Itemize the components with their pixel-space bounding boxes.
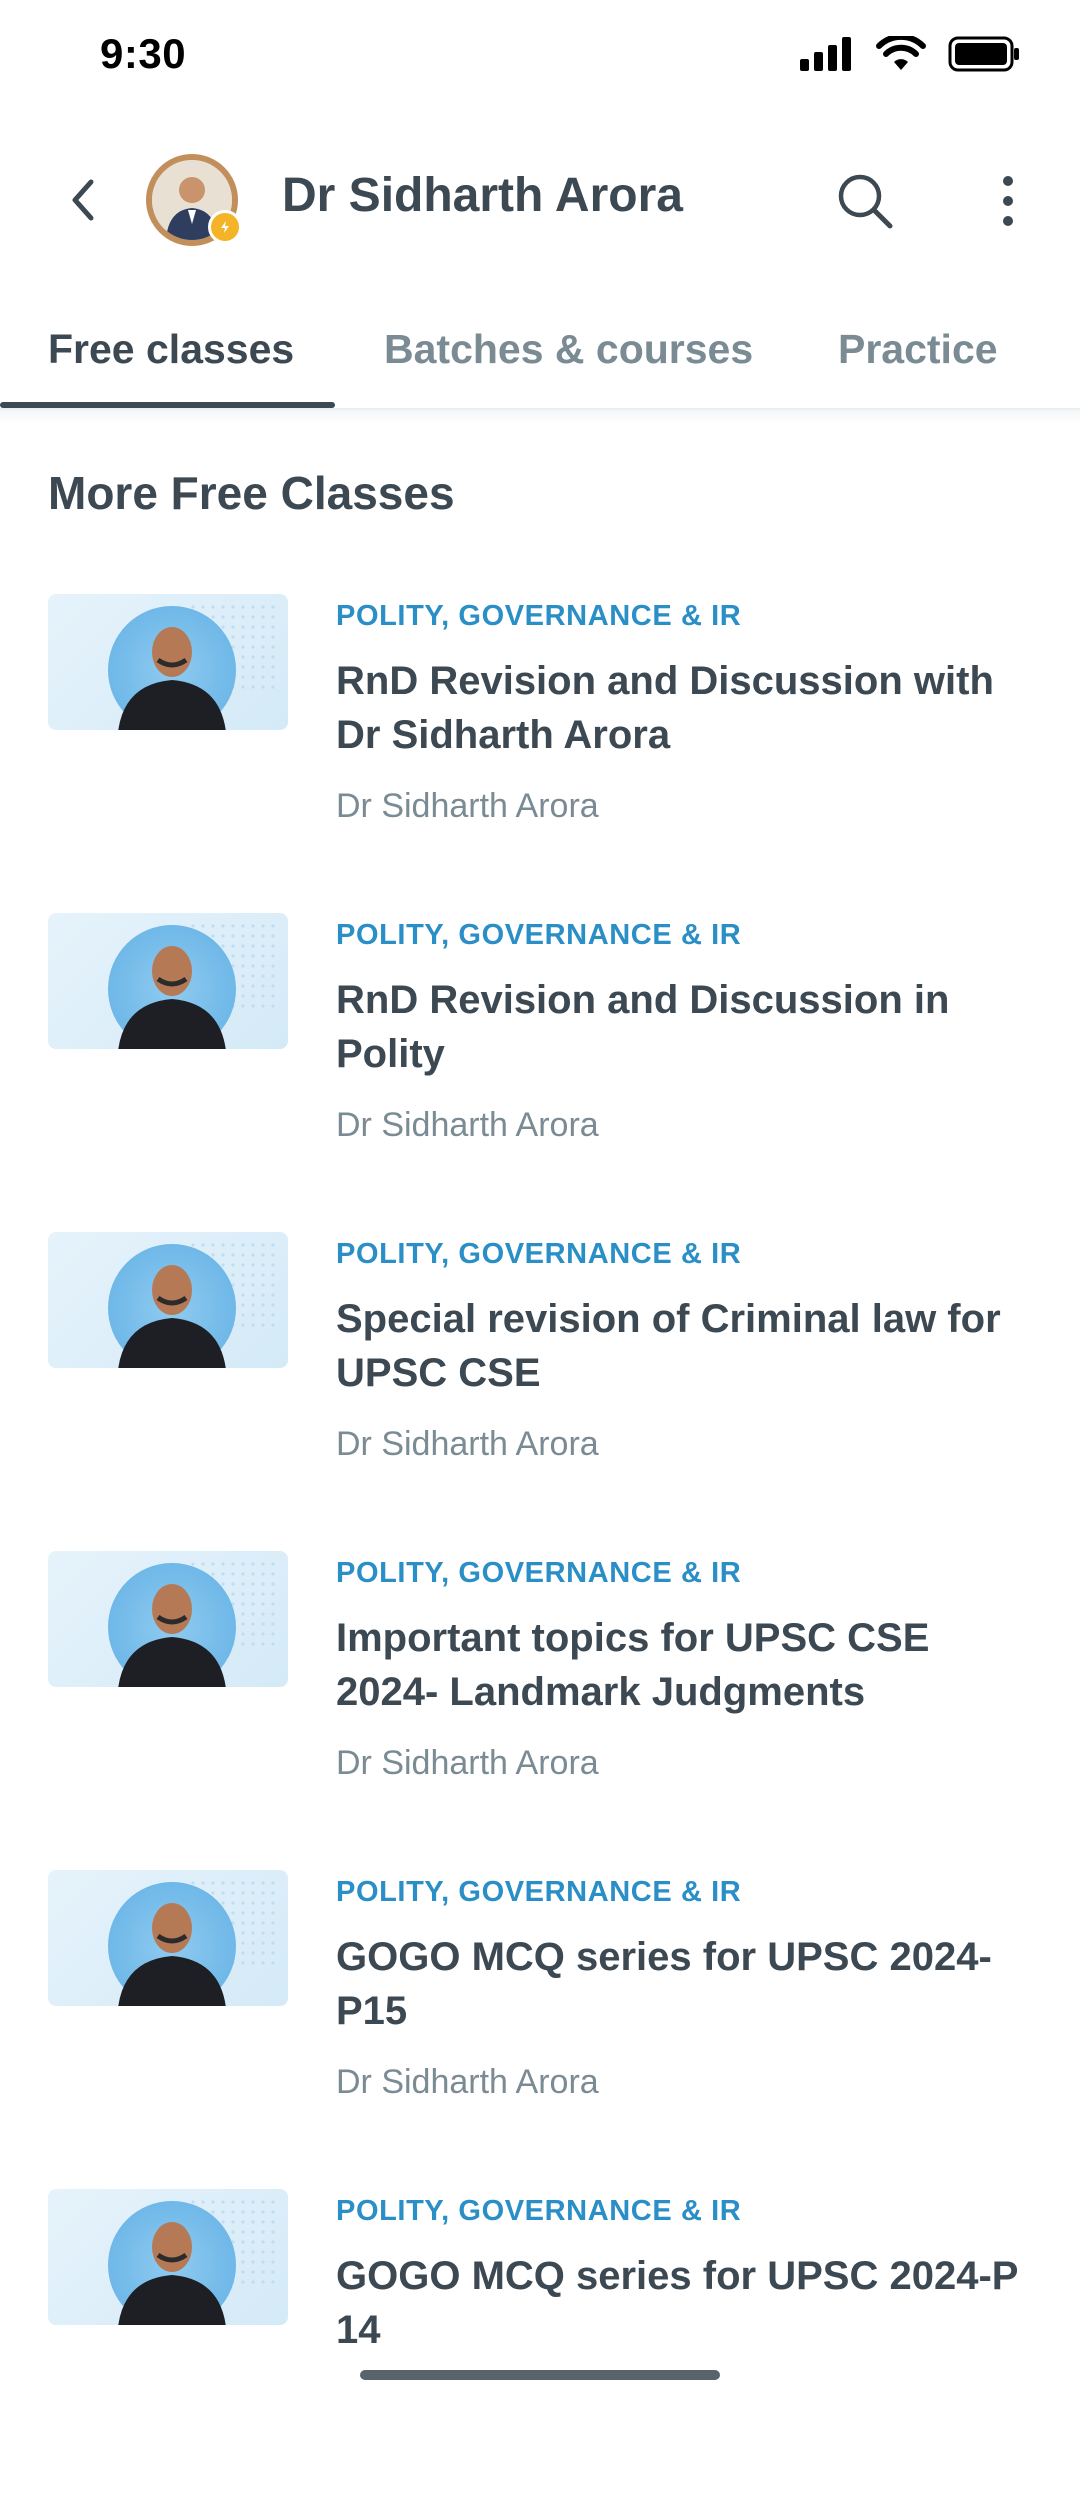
class-thumbnail[interactable] — [48, 2189, 288, 2325]
list-item[interactable]: POLITY, GOVERNANCE & IR Important topics… — [0, 1551, 1080, 1870]
tab-free-classes[interactable]: Free classes — [48, 326, 294, 373]
item-title[interactable]: GOGO MCQ series for UPSC 2024-P 14 — [336, 2249, 1036, 2357]
verified-badge-icon — [208, 210, 242, 244]
item-author: Dr Sidharth Arora — [336, 1744, 599, 1782]
item-author: Dr Sidharth Arora — [336, 2063, 599, 2101]
home-indicator[interactable] — [360, 2370, 720, 2380]
item-category: POLITY, GOVERNANCE & IR — [336, 1557, 742, 1589]
avatar[interactable] — [146, 154, 242, 246]
item-title[interactable]: RnD Revision and Discussion with Dr Sidh… — [336, 654, 1036, 762]
status-time: 9:30 — [100, 30, 187, 77]
section-title: More Free Classes — [48, 467, 455, 519]
class-thumbnail[interactable] — [48, 1551, 288, 1687]
chevron-left-icon — [72, 179, 94, 221]
list-item-text: POLITY, GOVERNANCE & IR RnD Revision and… — [336, 913, 1036, 1147]
tab-batches-courses[interactable]: Batches & courses — [384, 326, 753, 373]
status-icons — [798, 36, 1020, 72]
list-item-text: POLITY, GOVERNANCE & IR Important topics… — [336, 1551, 1036, 1785]
item-title[interactable]: GOGO MCQ series for UPSC 2024-P15 — [336, 1930, 1036, 2038]
item-author: Dr Sidharth Arora — [336, 1106, 599, 1144]
class-thumbnail[interactable] — [48, 1870, 288, 2006]
page-title: Dr Sidharth Arora — [282, 169, 683, 222]
divider — [0, 410, 1080, 424]
signal-icon — [800, 37, 851, 71]
list-item[interactable]: POLITY, GOVERNANCE & IR RnD Revision and… — [0, 594, 1080, 913]
item-category: POLITY, GOVERNANCE & IR — [336, 1238, 742, 1270]
list-item-text: POLITY, GOVERNANCE & IR Special revision… — [336, 1232, 1036, 1466]
item-author: Dr Sidharth Arora — [336, 1425, 599, 1463]
item-author: Dr Sidharth Arora — [336, 787, 599, 825]
search-icon — [838, 174, 893, 229]
more-vertical-icon — [1003, 176, 1013, 226]
item-title[interactable]: Special revision of Criminal law for UPS… — [336, 1292, 1036, 1400]
tab-bar: Free classes Batches & courses Practice — [0, 310, 1080, 410]
active-tab-indicator — [0, 402, 335, 408]
search-button[interactable] — [830, 166, 900, 236]
item-category: POLITY, GOVERNANCE & IR — [336, 919, 742, 951]
item-category: POLITY, GOVERNANCE & IR — [336, 1876, 742, 1908]
class-thumbnail[interactable] — [48, 1232, 288, 1368]
class-list: POLITY, GOVERNANCE & IR RnD Revision and… — [0, 594, 1080, 2508]
list-item-text: POLITY, GOVERNANCE & IR GOGO MCQ series … — [336, 1870, 1036, 2104]
item-category: POLITY, GOVERNANCE & IR — [336, 600, 742, 632]
back-button[interactable] — [52, 170, 112, 230]
item-title[interactable]: Important topics for UPSC CSE 2024- Land… — [336, 1611, 1036, 1719]
list-item-text: POLITY, GOVERNANCE & IR RnD Revision and… — [336, 594, 1036, 828]
battery-icon — [948, 36, 1019, 72]
list-item-text: POLITY, GOVERNANCE & IR GOGO MCQ series … — [336, 2189, 1036, 2379]
tab-practice[interactable]: Practice — [838, 326, 998, 373]
class-thumbnail[interactable] — [48, 913, 288, 1049]
more-options-button[interactable] — [980, 166, 1036, 236]
wifi-icon — [876, 36, 926, 70]
list-item[interactable]: POLITY, GOVERNANCE & IR RnD Revision and… — [0, 913, 1080, 1232]
list-item[interactable]: POLITY, GOVERNANCE & IR GOGO MCQ series … — [0, 1870, 1080, 2189]
status-bar: 9:30 — [0, 0, 1080, 112]
list-item[interactable]: POLITY, GOVERNANCE & IR Special revision… — [0, 1232, 1080, 1551]
item-category: POLITY, GOVERNANCE & IR — [336, 2195, 742, 2227]
list-item[interactable]: POLITY, GOVERNANCE & IR GOGO MCQ series … — [0, 2189, 1080, 2508]
class-thumbnail[interactable] — [48, 594, 288, 730]
header: Dr Sidharth Arora — [0, 140, 1080, 260]
item-title[interactable]: RnD Revision and Discussion in Polity — [336, 973, 1036, 1081]
